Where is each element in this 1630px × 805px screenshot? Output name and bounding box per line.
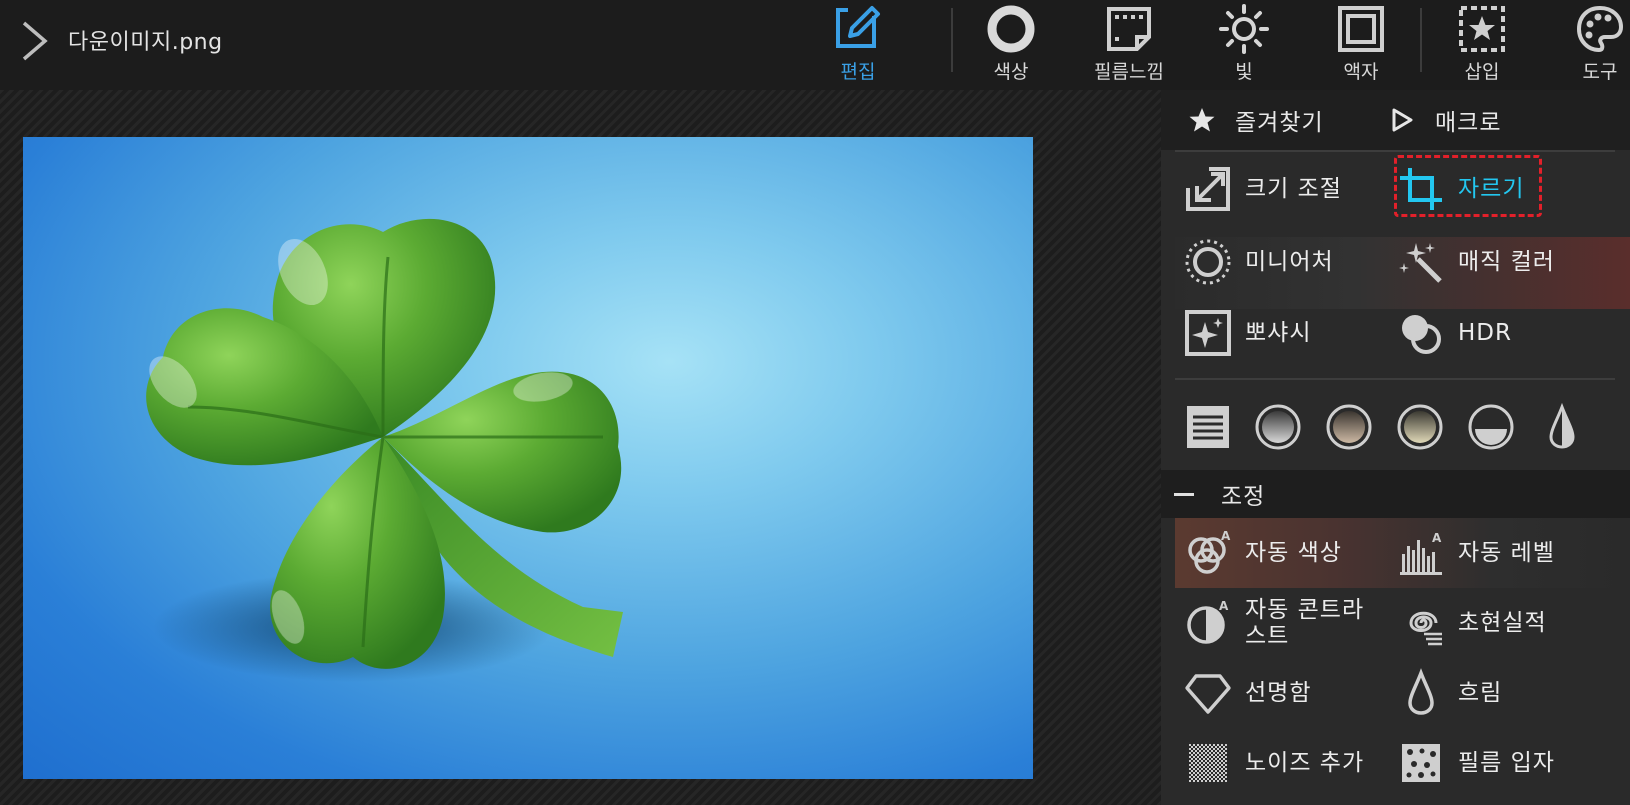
- toolbar-insert-label: 삽입: [1464, 61, 1500, 83]
- miniature-icon: [1185, 239, 1231, 285]
- auto-level-tool[interactable]: A 자동 레벨: [1374, 518, 1599, 588]
- adjust-section-header[interactable]: 조정: [1161, 470, 1630, 518]
- collapse-minus-icon: [1174, 492, 1194, 496]
- tab-favorites[interactable]: 즐겨찾기: [1189, 90, 1324, 150]
- diamond-icon: [1185, 674, 1231, 714]
- add-noise-tool[interactable]: 노이즈 추가: [1161, 728, 1386, 798]
- file-name: 다운이미지.png: [68, 30, 223, 55]
- insert-star-icon: [1459, 6, 1505, 52]
- toolbar-tools-label: 도구: [1582, 61, 1618, 83]
- miniature-label: 미니어처: [1245, 249, 1334, 275]
- soft-glow-tool[interactable]: 뽀샤시: [1161, 298, 1386, 368]
- toolbar-film-button[interactable]: 필름느낌: [1074, 0, 1184, 90]
- color-circle-icon: [987, 5, 1035, 53]
- panel-tabs: 즐겨찾기 매크로: [1161, 90, 1630, 150]
- auto-contrast-label: 자동 콘트라스트: [1245, 597, 1365, 649]
- lines-preset-icon[interactable]: [1183, 402, 1233, 452]
- blur-tool[interactable]: 흐림: [1374, 658, 1599, 728]
- panel-divider: [1175, 150, 1615, 152]
- tab-macro[interactable]: 매크로: [1389, 90, 1501, 150]
- half-circle-preset-icon[interactable]: [1466, 402, 1516, 452]
- sparkle-icon: [1185, 310, 1231, 356]
- toolbar-film-label: 필름느낌: [1094, 61, 1164, 83]
- toolbar-frame-button[interactable]: 액자: [1306, 0, 1416, 90]
- side-panel: 즐겨찾기 매크로 크기 조절 자르기 미니어처 매직 컬러 뽀샤시 HDR 조정…: [1161, 90, 1630, 805]
- magic-color-label: 매직 컬러: [1458, 249, 1555, 275]
- auto-contrast-icon: A: [1187, 599, 1229, 644]
- adjust-section-title: 조정: [1221, 484, 1266, 510]
- toolbar-frame-label: 액자: [1343, 61, 1379, 83]
- film-grain-label: 필름 입자: [1458, 750, 1555, 776]
- toolbar-edit-button[interactable]: 편집: [803, 0, 913, 90]
- auto-color-label: 자동 색상: [1245, 540, 1342, 566]
- noise-icon: [1189, 744, 1227, 782]
- back-chevron-icon[interactable]: [18, 20, 50, 62]
- drop-preset-icon[interactable]: [1537, 402, 1587, 452]
- preset-row: [1161, 390, 1630, 470]
- film-grain-tool[interactable]: 필름 입자: [1374, 728, 1599, 798]
- toolbar-insert-button[interactable]: 삽입: [1427, 0, 1537, 90]
- tab-favorites-label: 즐겨찾기: [1235, 110, 1324, 136]
- resize-label: 크기 조절: [1245, 176, 1342, 202]
- edit-icon: [836, 6, 880, 48]
- crop-selection-highlight: [1394, 155, 1542, 217]
- top-bar: 다운이미지.png 편집 색상 필름느낌 빛 액자 삽입 도구: [0, 0, 1630, 90]
- gradient-beige-preset-icon[interactable]: [1395, 402, 1445, 452]
- auto-color-icon: A: [1188, 529, 1231, 574]
- magic-color-tool[interactable]: 매직 컬러: [1374, 227, 1599, 297]
- toolbar-divider: [951, 8, 953, 72]
- auto-level-icon: A: [1400, 531, 1442, 575]
- tab-macro-label: 매크로: [1435, 110, 1502, 136]
- sun-icon: [1219, 4, 1269, 54]
- panel-divider: [1175, 378, 1615, 380]
- resize-tool[interactable]: 크기 조절: [1161, 154, 1386, 224]
- blur-label: 흐림: [1458, 680, 1503, 706]
- auto-level-label: 자동 레벨: [1458, 540, 1555, 566]
- resize-icon: [1186, 167, 1230, 211]
- add-noise-label: 노이즈 추가: [1245, 750, 1365, 776]
- gradient-gray-preset-icon[interactable]: [1253, 402, 1303, 452]
- surreal-icon: [1409, 611, 1442, 646]
- hdr-label: HDR: [1458, 320, 1512, 346]
- star-icon: [1189, 108, 1215, 132]
- auto-contrast-tool[interactable]: A 자동 콘트라스트: [1161, 588, 1386, 658]
- gradient-brown-preset-icon[interactable]: [1324, 402, 1374, 452]
- hdr-icon: [1402, 315, 1441, 354]
- toolbar-light-button[interactable]: 빛: [1189, 0, 1299, 90]
- sharpen-label: 선명함: [1245, 680, 1312, 706]
- toolbar-color-button[interactable]: 색상: [956, 0, 1066, 90]
- magic-wand-icon: [1399, 243, 1442, 283]
- surreal-tool[interactable]: 초현실적: [1374, 588, 1599, 658]
- hdr-tool[interactable]: HDR: [1374, 298, 1599, 368]
- image-preview[interactable]: [23, 137, 1033, 779]
- palette-icon: [1576, 5, 1624, 53]
- svg-text:A: A: [1432, 531, 1442, 545]
- toolbar-edit-label: 편집: [840, 61, 876, 83]
- toolbar-tools-button[interactable]: 도구: [1545, 0, 1630, 90]
- svg-text:A: A: [1221, 529, 1231, 543]
- surreal-label: 초현실적: [1458, 610, 1547, 636]
- toolbar-divider: [1420, 8, 1422, 72]
- auto-color-tool[interactable]: A 자동 색상: [1161, 518, 1386, 588]
- toolbar-color-label: 색상: [993, 61, 1029, 83]
- canvas-area[interactable]: [0, 90, 1161, 805]
- svg-text:A: A: [1219, 599, 1229, 613]
- miniature-tool[interactable]: 미니어처: [1161, 227, 1386, 297]
- film-grain-icon: [1402, 744, 1440, 782]
- sharpen-tool[interactable]: 선명함: [1161, 658, 1386, 728]
- play-icon: [1392, 108, 1413, 132]
- frame-icon: [1338, 6, 1384, 52]
- soft-glow-label: 뽀샤시: [1245, 320, 1312, 346]
- toolbar-light-label: 빛: [1235, 61, 1253, 83]
- film-icon: [1107, 7, 1151, 51]
- clover-image: [146, 218, 623, 682]
- blur-drop-icon: [1408, 668, 1434, 715]
